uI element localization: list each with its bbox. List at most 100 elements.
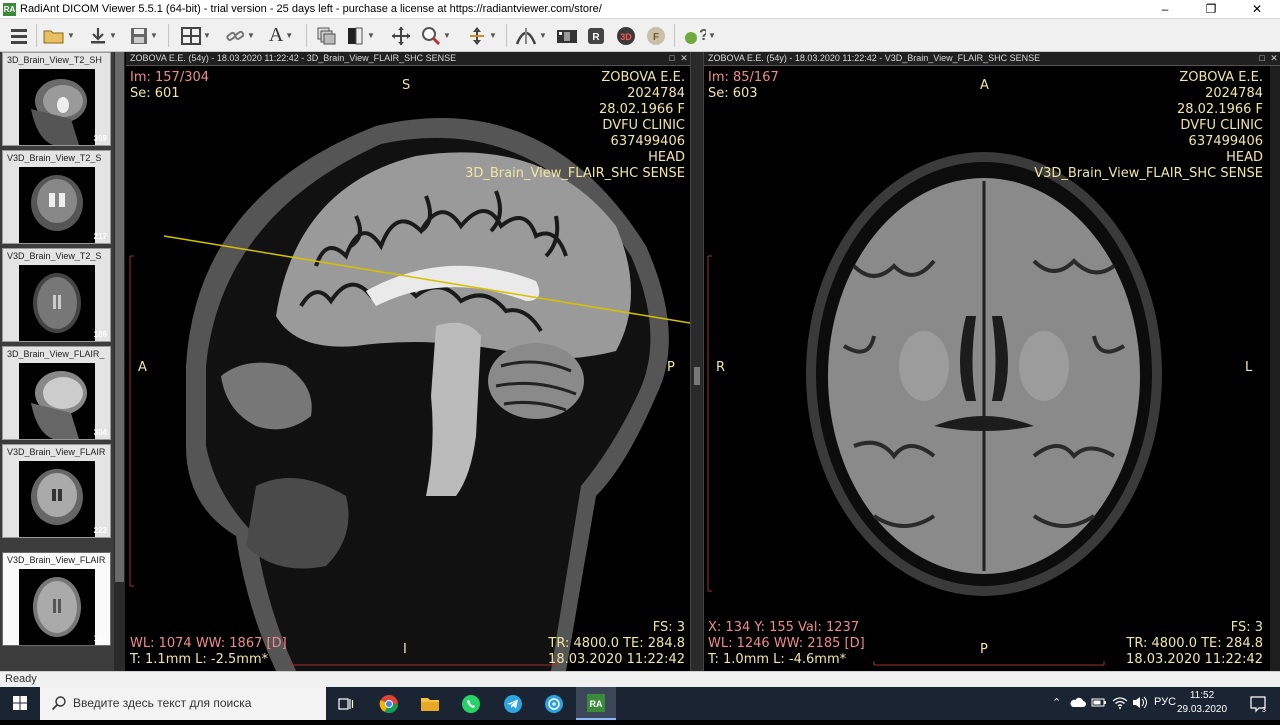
series-thumbnail[interactable]: V3D_Brain_View_T2_S 186 (2, 248, 111, 342)
annotation-text-icon[interactable]: A ▼ (264, 23, 298, 48)
orientation-bottom: I (403, 642, 407, 657)
patient-info: ZOBOVA E.E. 2024784 28.02.1966 F DVFU CL… (1034, 70, 1263, 182)
image-number: Im: 157/304 (130, 70, 210, 85)
taskbar-clock[interactable]: 11:52 29.03.2020 (1176, 689, 1228, 717)
start-button[interactable] (0, 687, 40, 720)
window-level-readout: WL: 1074 WW: 1867 [D] (130, 636, 287, 651)
thumbnail-image-count: 186 (93, 330, 107, 339)
chrome-icon[interactable] (369, 687, 409, 720)
accession-number: 637499406 (1188, 134, 1263, 149)
patient-birthdate: 28.02.1966 F (598, 102, 685, 117)
institution: DVFU CLINIC (1180, 118, 1263, 133)
image-number: Im: 85/167 (708, 70, 779, 85)
viewport-header-text: ZOBOVA E.E. (54y) - 18.03.2020 11:22:42 … (708, 53, 1041, 63)
notification-center-icon[interactable]: 3 (1238, 687, 1278, 720)
window-level-readout: WL: 1246 WW: 2185 [D] (708, 636, 865, 651)
main-toolbar: ▼ ▼ ▼ ▼ ▼ A▼ ▼ ▼ ▼ ▼ R 3D F ?▼ (0, 19, 1280, 52)
battery-icon[interactable] (1091, 696, 1107, 711)
network-app-icon[interactable] (534, 687, 574, 720)
svg-text:RA: RA (590, 699, 603, 709)
series-number: Se: 603 (708, 86, 758, 101)
telegram-icon[interactable] (493, 687, 533, 720)
zoom-icon[interactable]: ▼ (416, 23, 456, 48)
orientation-right: P (667, 360, 675, 375)
pan-icon[interactable] (388, 23, 414, 48)
series-thumbnail[interactable]: V3D_Brain_View_FLAIR 223 (2, 444, 111, 538)
accession-number: 637499406 (610, 134, 685, 149)
orientation-left: R (716, 360, 726, 375)
tray-chevron-icon[interactable]: ⌃ (1052, 696, 1061, 709)
fusion-icon[interactable]: F (644, 23, 668, 48)
tr-te-readout: TR: 4800.0 TE: 284.8 (548, 636, 685, 651)
series-description: 3D_Brain_View_FLAIR_SHC SENSE (465, 166, 685, 181)
3d-icon[interactable]: 3D (614, 23, 638, 48)
orientation-top: S (402, 78, 411, 93)
orientation-top: A (980, 78, 989, 93)
minimize-button[interactable]: – (1142, 0, 1188, 19)
orientation-right: L (1245, 360, 1253, 375)
viewport-maximize-icon[interactable]: □ (1257, 53, 1267, 63)
status-text: Ready (5, 673, 37, 685)
maximize-button[interactable]: ❐ (1188, 0, 1234, 19)
series-number: Se: 601 (130, 86, 180, 101)
hamburger-menu-icon[interactable] (6, 23, 32, 48)
thumbnail-image (19, 69, 95, 145)
help-icon[interactable]: ?▼ (680, 23, 720, 48)
viewport-sagittal[interactable]: ZOBOVA E.E. (54y) - 18.03.2020 11:22:42 … (126, 52, 690, 671)
svg-text:3D: 3D (620, 32, 632, 42)
input-language[interactable]: РУС (1154, 696, 1176, 708)
thumbnail-scrollbar[interactable] (114, 52, 125, 671)
scroll-icon[interactable]: ▼ (462, 23, 502, 48)
viewport-maximize-icon[interactable]: □ (667, 53, 677, 63)
cine-icon[interactable] (554, 23, 580, 48)
layout-grid-icon[interactable]: ▼ (176, 23, 216, 48)
thumbnail-image (19, 167, 95, 243)
acquisition-datetime: 18.03.2020 11:22:42 (548, 652, 685, 667)
orientation-bottom: P (980, 642, 988, 657)
reference-lines-icon[interactable]: ▼ (512, 23, 550, 48)
open-folder-icon[interactable]: ▼ (42, 23, 76, 48)
volume-icon[interactable] (1132, 696, 1148, 712)
frame-info: FS: 3 TR: 4800.0 TE: 284.8 18.03.2020 11… (548, 620, 685, 668)
file-explorer-icon[interactable] (410, 687, 450, 720)
close-button[interactable]: ✕ (1234, 0, 1280, 19)
save-icon[interactable]: ▼ (128, 23, 160, 48)
reset-icon[interactable]: R (584, 23, 608, 48)
body-part: HEAD (1226, 150, 1263, 165)
viewport-close-icon[interactable]: ✕ (1269, 53, 1279, 63)
svg-text:?: ? (699, 27, 706, 44)
series-thumbnail[interactable]: V3D_Brain_View_T2_S 217 (2, 150, 111, 244)
splitter-grip[interactable] (694, 367, 700, 385)
thumbnail-image-count: 309 (93, 134, 107, 143)
radiant-app-icon: RA (3, 3, 16, 16)
scrollbar-thumb[interactable] (115, 52, 124, 582)
link-icon[interactable]: ▼ (222, 23, 258, 48)
institution: DVFU CLINIC (602, 118, 685, 133)
task-view-icon[interactable] (326, 687, 366, 720)
series-stack-icon[interactable] (314, 23, 340, 48)
clock-date: 29.03.2020 (1176, 704, 1228, 715)
download-icon[interactable]: ▼ (88, 23, 118, 48)
thumbnail-image-count: 217 (93, 232, 107, 241)
thumbnail-label: 3D_Brain_View_T2_SH (7, 55, 102, 65)
viewport-close-icon[interactable]: ✕ (679, 53, 689, 63)
title-bar: RA RadiAnt DICOM Viewer 5.5.1 (64-bit) -… (0, 0, 1280, 19)
patient-id: 2024784 (627, 86, 685, 101)
patient-id: 2024784 (1205, 86, 1263, 101)
viewport-axial[interactable]: ZOBOVA E.E. (54y) - 18.03.2020 11:22:42 … (704, 52, 1280, 671)
series-thumbnail-selected[interactable]: V3D_Brain_View_FLAIR 167 (2, 552, 111, 646)
thumbnail-image (19, 265, 95, 341)
svg-text:F: F (653, 32, 659, 43)
wifi-icon[interactable] (1112, 696, 1128, 712)
viewport-header: ZOBOVA E.E. (54y) - 18.03.2020 11:22:42 … (704, 52, 1280, 66)
clock-time: 11:52 (1189, 690, 1215, 701)
whatsapp-icon[interactable] (451, 687, 491, 720)
series-description: V3D_Brain_View_FLAIR_SHC SENSE (1034, 166, 1263, 181)
taskbar-search-box[interactable]: Введите здесь текст для поиска (40, 687, 326, 720)
window-level-icon[interactable]: ▼ (342, 23, 378, 48)
viewport-splitter[interactable] (690, 52, 704, 671)
series-thumbnail[interactable]: 3D_Brain_View_T2_SH 309 (2, 52, 111, 146)
series-thumbnail[interactable]: 3D_Brain_View_FLAIR_ 304 (2, 346, 111, 440)
onedrive-icon[interactable] (1070, 696, 1086, 711)
radiant-taskbar-icon[interactable]: RA (576, 687, 616, 720)
